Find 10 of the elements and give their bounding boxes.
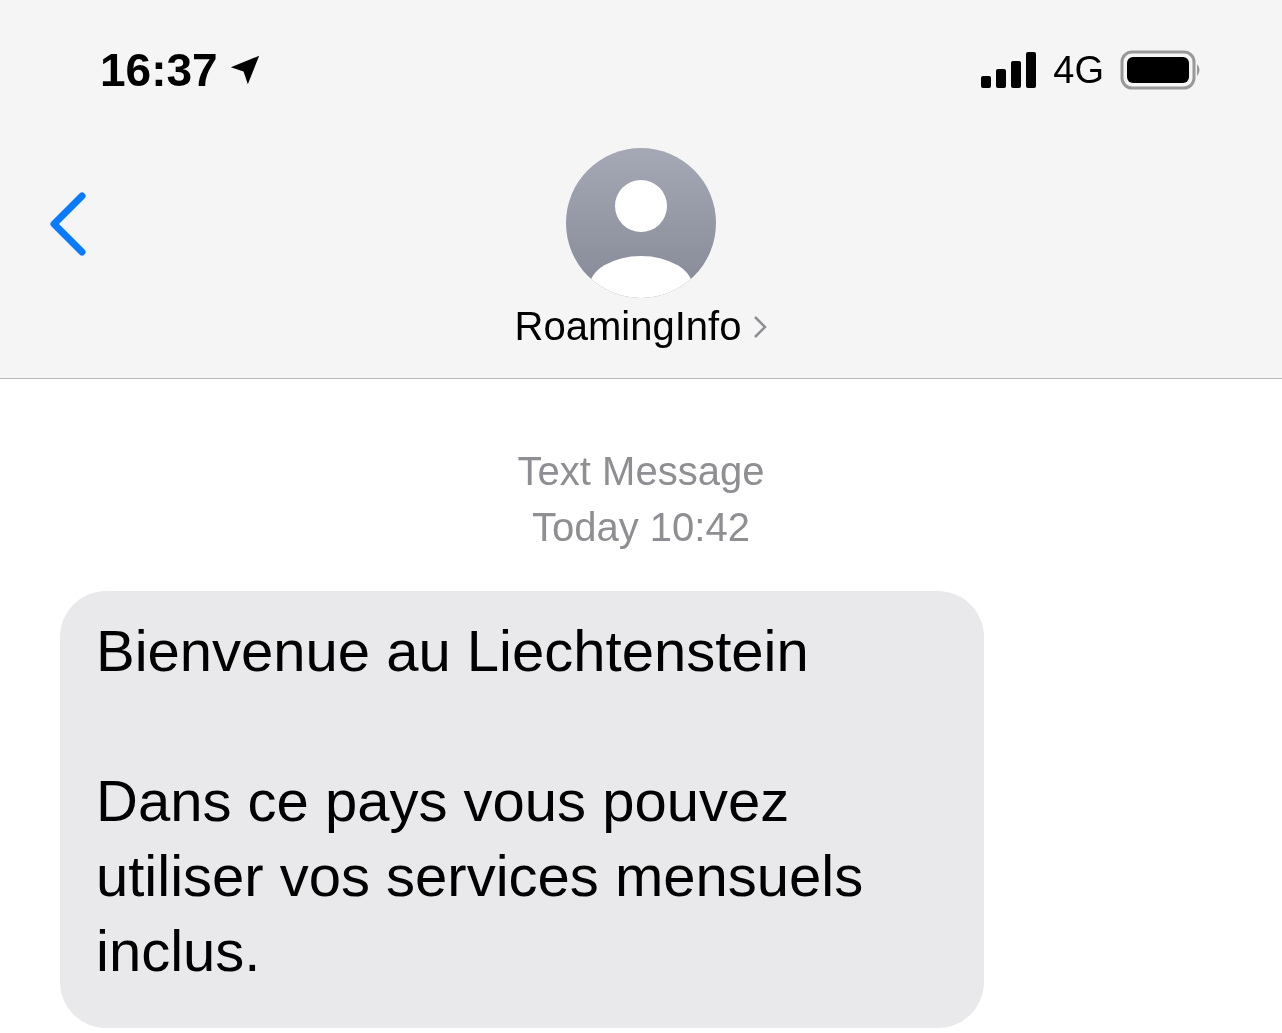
message-bubble: Bienvenue au Liechtenstein Dans ce pays vous pouvez utiliser vos services mensuels inclus. bbox=[60, 591, 984, 1028]
chevron-right-icon[interactable] bbox=[753, 314, 768, 339]
message-timestamp: Today 10:42 bbox=[532, 504, 750, 551]
contact-name[interactable]: RoamingInfo bbox=[514, 304, 742, 349]
avatar-icon[interactable] bbox=[566, 148, 716, 298]
battery-icon bbox=[1120, 50, 1202, 90]
status-time: 16:37 bbox=[100, 43, 218, 97]
network-type: 4G bbox=[1053, 48, 1104, 92]
back-chevron-icon[interactable] bbox=[48, 192, 88, 256]
service-label: Text Message bbox=[517, 448, 765, 495]
